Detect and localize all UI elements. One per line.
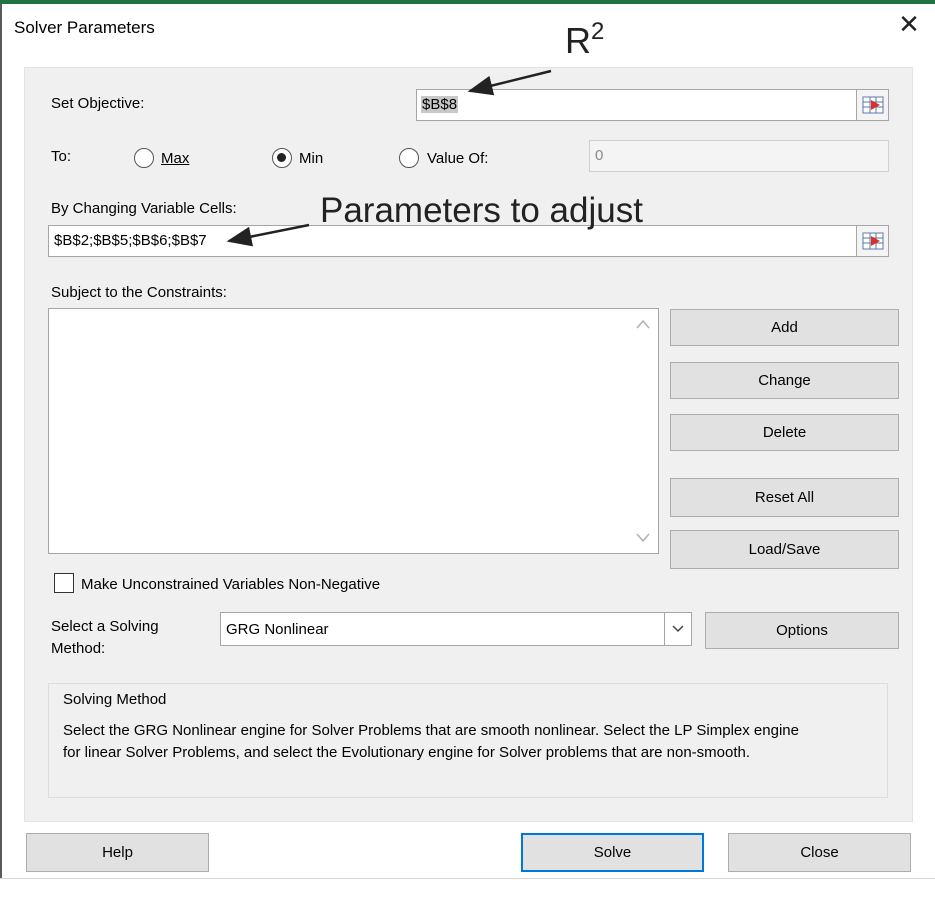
arrow-to-objective	[467, 69, 552, 96]
arrow-to-variable-cells	[226, 223, 310, 247]
annotation-arrows	[226, 69, 552, 247]
